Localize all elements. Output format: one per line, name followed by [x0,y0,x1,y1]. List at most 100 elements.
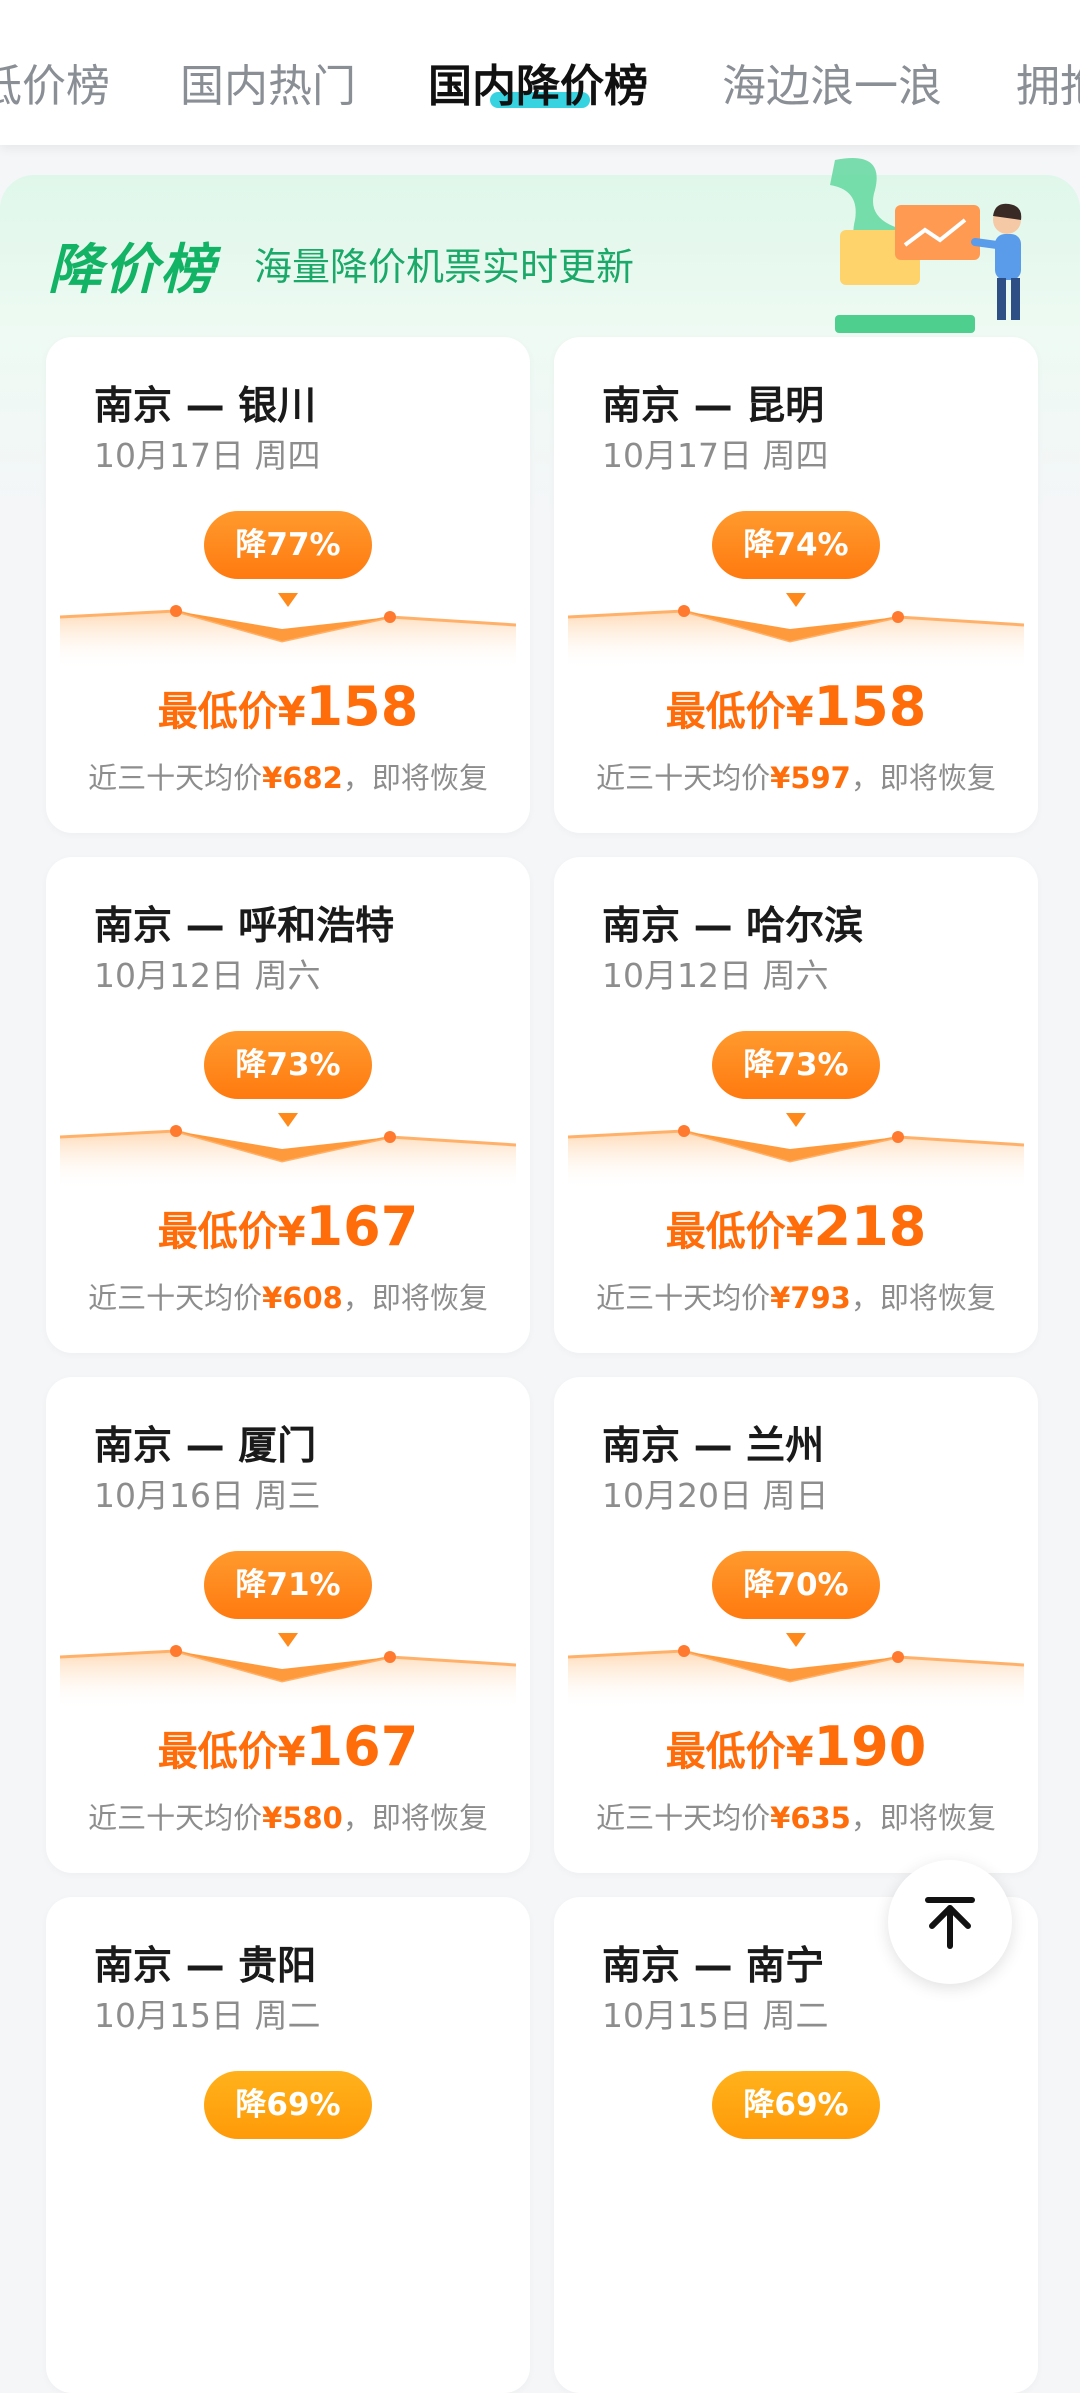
lowest-price: 最低价¥158 [46,675,530,738]
avg-prefix: 近三十天均价 [596,761,771,795]
arrow-up-to-line-icon [925,1897,975,1949]
average-price-note: 近三十天均价¥608，即将恢复 [46,1275,530,1317]
category-tab-bar: 低价榜 国内热门 国内降价榜 海边浪一浪 拥抱 [0,0,1080,145]
back-to-top-button[interactable] [888,1860,1012,1984]
date-label: 10月15日 周二 [94,1996,321,2035]
banner-illustration [830,158,1022,333]
price-value: 167 [305,1715,419,1778]
discount-badge: 降69% [712,2071,880,2139]
chevron-down-icon [278,1633,298,1647]
price-value: 158 [813,675,927,738]
avg-value: ¥597 [770,761,851,795]
avg-value: ¥635 [770,1801,851,1835]
avg-suffix: ，即将恢复 [850,1801,996,1835]
discount-badge: 降70% [712,1551,880,1619]
avg-prefix: 近三十天均价 [596,1801,771,1835]
tab-domestic-hot[interactable]: 国内热门 [180,50,356,114]
banner-title: 降价榜 [48,238,216,301]
flight-deal-card[interactable]: 南京 — 兰州 10月20日 周日 降70% 最低价¥190 近三十天均价¥63… [554,1377,1038,1873]
average-price-note: 近三十天均价¥682，即将恢复 [46,755,530,797]
price-label: 最低价¥ [665,689,814,735]
illus-person-body [995,234,1021,280]
illus-base [835,315,975,333]
avg-value: ¥793 [770,1281,851,1315]
avg-value: ¥608 [262,1281,343,1315]
trend-point-start [678,1125,690,1137]
illus-person-leg-right [1011,278,1020,320]
flight-deal-card[interactable]: 南京 — 厦门 10月16日 周三 降71% 最低价¥167 近三十天均价¥58… [46,1377,530,1873]
average-price-note: 近三十天均价¥793，即将恢复 [554,1275,1038,1317]
date-label: 10月12日 周六 [94,956,321,995]
trend-point-start [170,1125,182,1137]
price-value: 167 [305,1195,419,1258]
date-label: 10月12日 周六 [602,956,829,995]
discount-badge: 降74% [712,511,880,579]
price-label: 最低价¥ [665,1729,814,1775]
trend-point-end [384,611,396,623]
discount-badge: 降71% [204,1551,372,1619]
price-label: 最低价¥ [157,1729,306,1775]
date-label: 10月17日 周四 [94,436,321,475]
flight-deal-card[interactable]: 南京 — 呼和浩特 10月12日 周六 降73% 最低价¥167 近三十天均价¥… [46,857,530,1353]
avg-prefix: 近三十天均价 [596,1281,771,1315]
avg-suffix: ，即将恢复 [342,1281,488,1315]
price-label: 最低价¥ [157,689,306,735]
lowest-price: 最低价¥167 [46,1195,530,1258]
route-label: 南京 — 昆明 [602,384,825,429]
route-label: 南京 — 贵阳 [94,1944,317,1989]
lowest-price: 最低价¥158 [554,675,1038,738]
average-price-note: 近三十天均价¥580，即将恢复 [46,1795,530,1837]
chevron-down-icon [278,1113,298,1127]
avg-suffix: ，即将恢复 [850,761,996,795]
trend-point-start [678,605,690,617]
chevron-down-icon [786,1633,806,1647]
avg-prefix: 近三十天均价 [88,761,263,795]
trend-point-end [384,1131,396,1143]
flight-deal-card[interactable]: 南京 — 哈尔滨 10月12日 周六 降73% 最低价¥218 近三十天均价¥7… [554,857,1038,1353]
chevron-down-icon [278,593,298,607]
avg-value: ¥580 [262,1801,343,1835]
lowest-price: 最低价¥167 [46,1715,530,1778]
avg-prefix: 近三十天均价 [88,1801,263,1835]
trend-point-end [892,611,904,623]
discount-badge: 降77% [204,511,372,579]
price-label: 最低价¥ [157,1209,306,1255]
lowest-price: 最低价¥218 [554,1195,1038,1258]
price-value: 190 [813,1715,927,1778]
route-label: 南京 — 哈尔滨 [602,904,864,949]
flight-deal-card[interactable]: 南京 — 银川 10月17日 周四 降77% 最低价¥158 近三十天均价¥68… [46,337,530,833]
route-label: 南京 — 厦门 [94,1424,317,1469]
date-label: 10月20日 周日 [602,1476,829,1515]
tab-domestic-price-drop[interactable]: 国内降价榜 [428,50,648,114]
illus-card-orange [895,205,980,260]
tab-embrace[interactable]: 拥抱 [1016,50,1080,114]
avg-suffix: ，即将恢复 [342,761,488,795]
trend-point-end [892,1131,904,1143]
trend-point-start [678,1645,690,1657]
avg-value: ¥682 [262,761,343,795]
average-price-note: 近三十天均价¥635，即将恢复 [554,1795,1038,1837]
trend-point-end [892,1651,904,1663]
route-label: 南京 — 银川 [94,384,317,429]
flight-deal-card[interactable]: 南京 — 贵阳 10月15日 周二 降69% [46,1897,530,2393]
route-label: 南京 — 南宁 [602,1944,825,1989]
average-price-note: 近三十天均价¥597，即将恢复 [554,755,1038,797]
flight-deal-card[interactable]: 南京 — 昆明 10月17日 周四 降74% 最低价¥158 近三十天均价¥59… [554,337,1038,833]
chevron-down-icon [786,1113,806,1127]
price-label: 最低价¥ [665,1209,814,1255]
discount-badge: 降73% [712,1031,880,1099]
avg-prefix: 近三十天均价 [88,1281,263,1315]
avg-suffix: ，即将恢复 [850,1281,996,1315]
illus-person-arm [971,238,1001,249]
date-label: 10月17日 周四 [602,436,829,475]
illus-person-leg-left [997,278,1006,320]
discount-badge: 降69% [204,2071,372,2139]
date-label: 10月15日 周二 [602,1996,829,2035]
route-label: 南京 — 呼和浩特 [94,904,395,949]
tab-low-price[interactable]: 低价榜 [0,50,110,114]
tab-seaside[interactable]: 海边浪一浪 [722,50,942,114]
trend-point-start [170,605,182,617]
chevron-down-icon [786,593,806,607]
route-label: 南京 — 兰州 [602,1424,825,1469]
avg-suffix: ，即将恢复 [342,1801,488,1835]
